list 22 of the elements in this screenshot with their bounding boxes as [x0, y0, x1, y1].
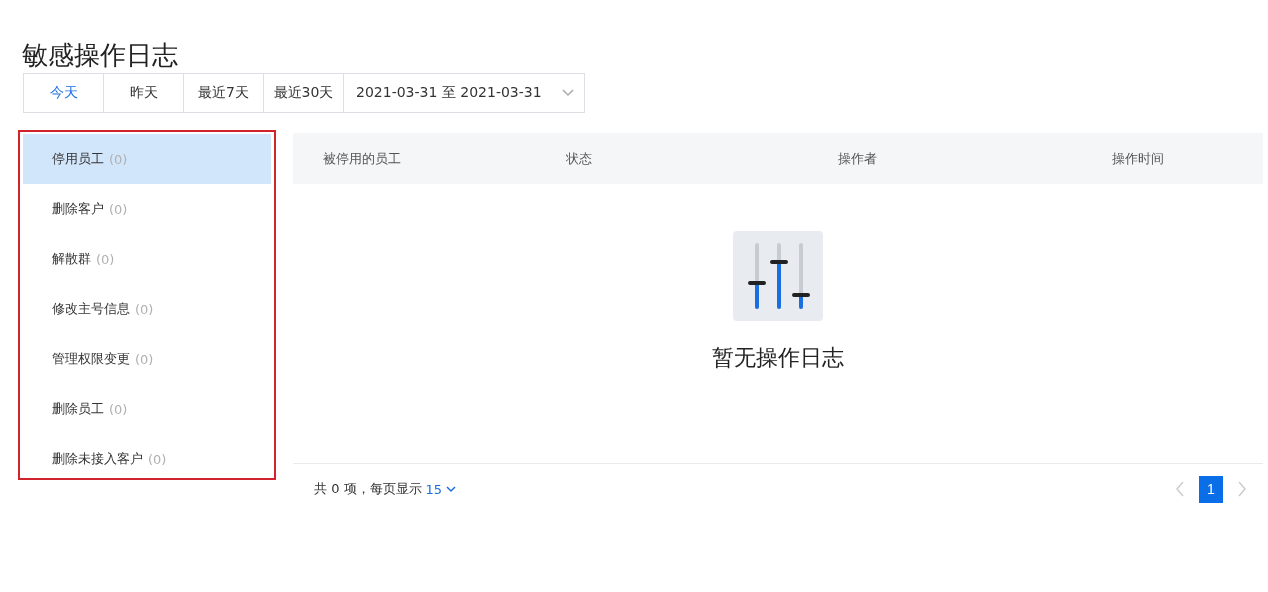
- sidebar-item[interactable]: 管理权限变更 (0): [23, 334, 271, 384]
- chevron-down-icon: [446, 485, 457, 493]
- next-page-icon[interactable]: [1237, 481, 1247, 497]
- date-range-picker[interactable]: 2021-03-31 至 2021-03-31: [344, 74, 584, 112]
- sliders-icon: [733, 231, 823, 321]
- sidebar-item[interactable]: 解散群 (0): [23, 234, 271, 284]
- column-header: 操作者: [838, 149, 877, 168]
- previous-page-icon[interactable]: [1175, 481, 1185, 497]
- sidebar-item[interactable]: 删除员工 (0): [23, 384, 271, 434]
- column-header: 状态: [566, 149, 592, 168]
- page-size-select[interactable]: 15: [425, 481, 457, 497]
- column-header: 操作时间: [1112, 149, 1164, 168]
- chevron-down-icon: [561, 89, 574, 97]
- sidebar-item[interactable]: 删除未接入客户 (0): [23, 434, 271, 484]
- sidebar-item[interactable]: 修改主号信息 (0): [23, 284, 271, 334]
- sidebar-item[interactable]: 删除客户 (0): [23, 184, 271, 234]
- page-button[interactable]: 1: [1199, 475, 1223, 503]
- page-title: 敏感操作日志: [21, 39, 179, 72]
- column-header: 被停用的员工: [323, 149, 401, 168]
- empty-message: 暂无操作日志: [712, 344, 844, 372]
- sidebar-item[interactable]: 停用员工 (0): [23, 134, 271, 184]
- total-summary: 共 0 项，每页显示: [314, 480, 422, 498]
